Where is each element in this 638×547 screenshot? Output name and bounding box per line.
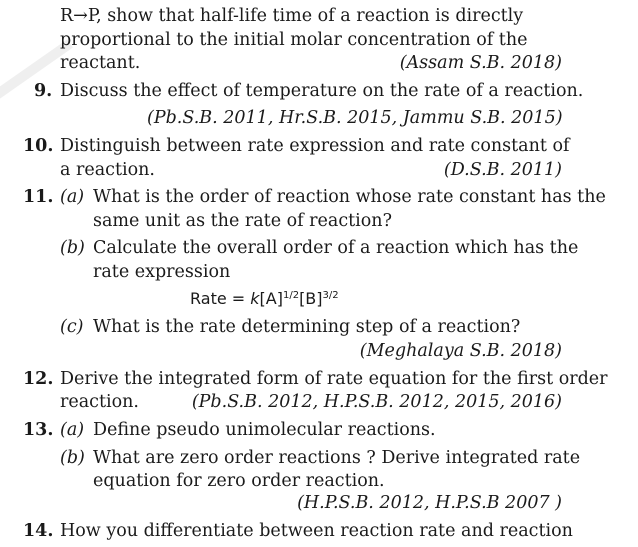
q8-line-1: R→P, show that half-life time of a react… [60, 6, 524, 26]
q11-b-label: (b) [60, 238, 85, 258]
q11-a-line-2: same unit as the rate of reaction? [93, 211, 392, 231]
eq-A: [A] [259, 289, 283, 308]
q8-line-2: proportional to the initial molar concen… [60, 30, 528, 50]
rate-equation: Rate = k[A]1/2[B]3/2 [190, 287, 339, 311]
q10-number: 10. [23, 136, 54, 156]
eq-k: k [250, 289, 260, 308]
q10-text: a reaction. [60, 160, 155, 180]
q14-number: 14. [23, 521, 54, 541]
q13-number: 13. [23, 420, 54, 440]
q12-citation: (Pb.S.B. 2012, H.P.S.B. 2012, 2015, 2016… [191, 392, 562, 412]
q11-b-line-1: Calculate the overall order of a reactio… [93, 238, 579, 258]
q8-citation: (Assam S.B. 2018) [399, 53, 562, 73]
q10-line-2: a reaction. (D.S.B. 2011) [60, 158, 562, 182]
q13-b-line-1: What are zero order reactions ? Derive i… [93, 448, 581, 468]
eq-prefix: Rate = [190, 289, 251, 308]
q13-a-line-1: Define pseudo unimolecular reactions. [93, 420, 436, 440]
q9-text: Discuss the effect of temperature on the… [60, 81, 584, 101]
eq-B-exponent: 3/2 [322, 290, 339, 301]
q12-line-1: Derive the integrated form of rate equat… [60, 369, 608, 389]
q14-line-1: How you differentiate between reaction r… [60, 521, 573, 541]
q11-a-label: (a) [60, 187, 85, 207]
q12-text: reaction. [60, 392, 139, 412]
q10-line-1: Distinguish between rate expression and … [60, 136, 570, 156]
q11-c-line-1: What is the rate determining step of a r… [93, 317, 521, 337]
q13-citation: (H.P.S.B. 2012, H.P.S.B 2007 ) [297, 493, 562, 513]
q8-line-3: reactant. (Assam S.B. 2018) [60, 51, 562, 75]
q13-b-label: (b) [60, 448, 85, 468]
q11-citation: (Meghalaya S.B. 2018) [359, 341, 562, 361]
q11-c-label: (c) [60, 317, 84, 337]
eq-B: [B] [299, 289, 323, 308]
eq-A-exponent: 1/2 [282, 290, 300, 301]
q12-line-2: reaction. (Pb.S.B. 2012, H.P.S.B. 2012, … [60, 390, 562, 414]
q11-a-line-1: What is the order of reaction whose rate… [93, 187, 606, 207]
q12-number: 12. [23, 369, 54, 389]
q8-text: reactant. [60, 53, 141, 73]
decorative-stripe [0, 0, 100, 2]
q9-number: 9. [34, 81, 53, 101]
q13-b-line-2: equation for zero order reaction. [93, 471, 385, 491]
q11-b-line-2: rate expression [93, 262, 231, 282]
q13-a-label: (a) [60, 420, 85, 440]
q10-citation: (D.S.B. 2011) [443, 160, 562, 180]
q11-number: 11. [23, 187, 54, 207]
q9-citation: (Pb.S.B. 2011, Hr.S.B. 2015, Jammu S.B. … [147, 108, 563, 128]
